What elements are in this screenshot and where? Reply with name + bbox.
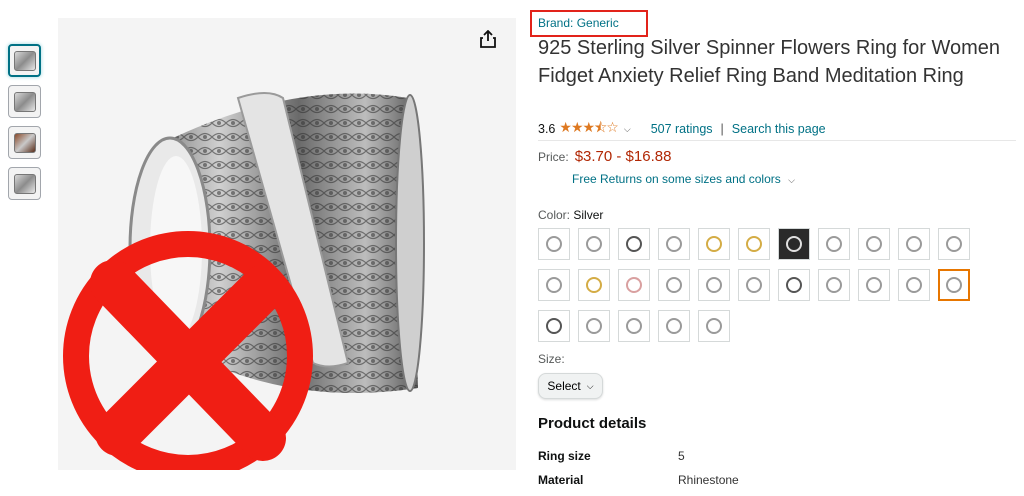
ring-swatch-icon <box>546 236 562 252</box>
ring-illustration <box>63 92 425 470</box>
chevron-down-icon: ⌵ <box>788 175 795 185</box>
color-swatch[interactable] <box>578 310 610 342</box>
product-details-heading: Product details <box>538 415 647 432</box>
color-label-text: Color: <box>538 208 571 222</box>
color-swatch[interactable] <box>938 228 970 260</box>
product-detail-row: Ring size 5 <box>538 449 685 463</box>
thumbnail-2[interactable] <box>8 85 41 118</box>
color-swatch[interactable] <box>618 310 650 342</box>
ring-swatch-icon <box>666 318 682 334</box>
color-swatch[interactable] <box>698 228 730 260</box>
color-swatch[interactable] <box>618 228 650 260</box>
search-this-page-link[interactable]: Search this page <box>732 122 826 136</box>
size-label: Size: <box>538 352 565 366</box>
divider <box>538 140 1016 141</box>
color-swatch[interactable] <box>698 310 730 342</box>
ring-swatch-icon <box>946 277 962 293</box>
thumbnail-ring-image <box>13 50 36 71</box>
ring-swatch-icon <box>906 236 922 252</box>
color-swatch[interactable] <box>538 269 570 301</box>
ring-swatch-icon <box>546 277 562 293</box>
color-swatch[interactable] <box>658 228 690 260</box>
thumbnail-1[interactable] <box>8 44 41 77</box>
thumbnail-4[interactable] <box>8 167 41 200</box>
color-swatch[interactable] <box>538 228 570 260</box>
share-button[interactable] <box>477 28 499 50</box>
color-swatch[interactable] <box>618 269 650 301</box>
color-swatch[interactable] <box>778 228 810 260</box>
share-icon <box>480 30 496 48</box>
color-swatch[interactable] <box>858 228 890 260</box>
color-swatch[interactable] <box>658 269 690 301</box>
size-select[interactable]: Select ⌵ <box>538 373 603 399</box>
detail-value: Rhinestone <box>678 473 739 487</box>
color-swatch[interactable] <box>658 310 690 342</box>
ring-swatch-icon <box>786 277 802 293</box>
ring-swatch-icon <box>626 277 642 293</box>
ring-swatch-icon <box>706 277 722 293</box>
main-product-image[interactable] <box>58 18 516 470</box>
selected-color: Silver <box>573 208 604 222</box>
detail-key: Material <box>538 473 584 487</box>
ring-swatch-icon <box>746 236 762 252</box>
color-swatch[interactable] <box>938 269 970 301</box>
free-returns-label: Free Returns on some sizes and colors <box>572 172 781 186</box>
ring-swatch-icon <box>626 318 642 334</box>
detail-key: Ring size <box>538 449 591 463</box>
size-select-value: Select <box>547 379 581 393</box>
ring-swatch-icon <box>666 277 682 293</box>
color-swatch[interactable] <box>578 228 610 260</box>
color-label: Color: Silver <box>538 208 603 222</box>
ring-swatch-icon <box>706 318 722 334</box>
ring-swatch-icon <box>826 277 842 293</box>
thumbnail-strip <box>8 44 42 208</box>
ring-swatch-icon <box>586 236 602 252</box>
ring-swatch-icon <box>626 236 642 252</box>
brand-link[interactable]: Brand: Generic <box>538 16 619 30</box>
color-swatch[interactable] <box>818 269 850 301</box>
ring-swatch-icon <box>586 318 602 334</box>
ring-swatch-icon <box>866 236 882 252</box>
color-swatch[interactable] <box>858 269 890 301</box>
thumbnail-ring-image <box>13 91 36 112</box>
chevron-down-icon[interactable]: ⌵ <box>624 124 631 135</box>
price-range: $3.70 - $16.88 <box>574 148 672 165</box>
rating-row: 3.6 ★★★⯪☆ ⌵ 507 ratings | Search this pa… <box>538 117 826 141</box>
color-swatch[interactable] <box>538 310 570 342</box>
ring-swatch-icon <box>546 318 562 334</box>
ring-swatch-icon <box>946 236 962 252</box>
thumbnail-ring-image <box>13 132 36 153</box>
ring-swatch-icon <box>666 236 682 252</box>
ring-swatch-icon <box>586 277 602 293</box>
color-swatch[interactable] <box>578 269 610 301</box>
color-swatch[interactable] <box>898 269 930 301</box>
ring-swatch-icon <box>786 236 802 252</box>
price-label: Price: <box>538 150 569 164</box>
star-rating-icon[interactable]: ★★★⯪☆ <box>559 117 618 141</box>
ratings-count-link[interactable]: 507 ratings <box>651 122 713 136</box>
price-row: Price: $3.70 - $16.88 <box>538 148 671 165</box>
color-swatch[interactable] <box>898 228 930 260</box>
separator: | <box>720 122 724 136</box>
ring-swatch-icon <box>906 277 922 293</box>
detail-value: 5 <box>678 449 685 463</box>
chevron-down-icon: ⌵ <box>586 380 594 391</box>
ring-swatch-icon <box>746 277 762 293</box>
color-swatch[interactable] <box>818 228 850 260</box>
color-swatch[interactable] <box>738 228 770 260</box>
color-swatch[interactable] <box>698 269 730 301</box>
ring-swatch-icon <box>706 236 722 252</box>
thumbnail-3[interactable] <box>8 126 41 159</box>
color-swatch[interactable] <box>778 269 810 301</box>
ring-swatch-icon <box>826 236 842 252</box>
free-returns-link[interactable]: Free Returns on some sizes and colors ⌵ <box>572 172 795 186</box>
color-swatch[interactable] <box>738 269 770 301</box>
product-title: 925 Sterling Silver Spinner Flowers Ring… <box>538 37 1001 87</box>
product-detail-row: Material Rhinestone <box>538 473 739 487</box>
thumbnail-ring-image <box>13 173 36 194</box>
color-swatches <box>538 228 983 342</box>
ring-swatch-icon <box>866 277 882 293</box>
rating-value: 3.6 <box>538 122 556 136</box>
